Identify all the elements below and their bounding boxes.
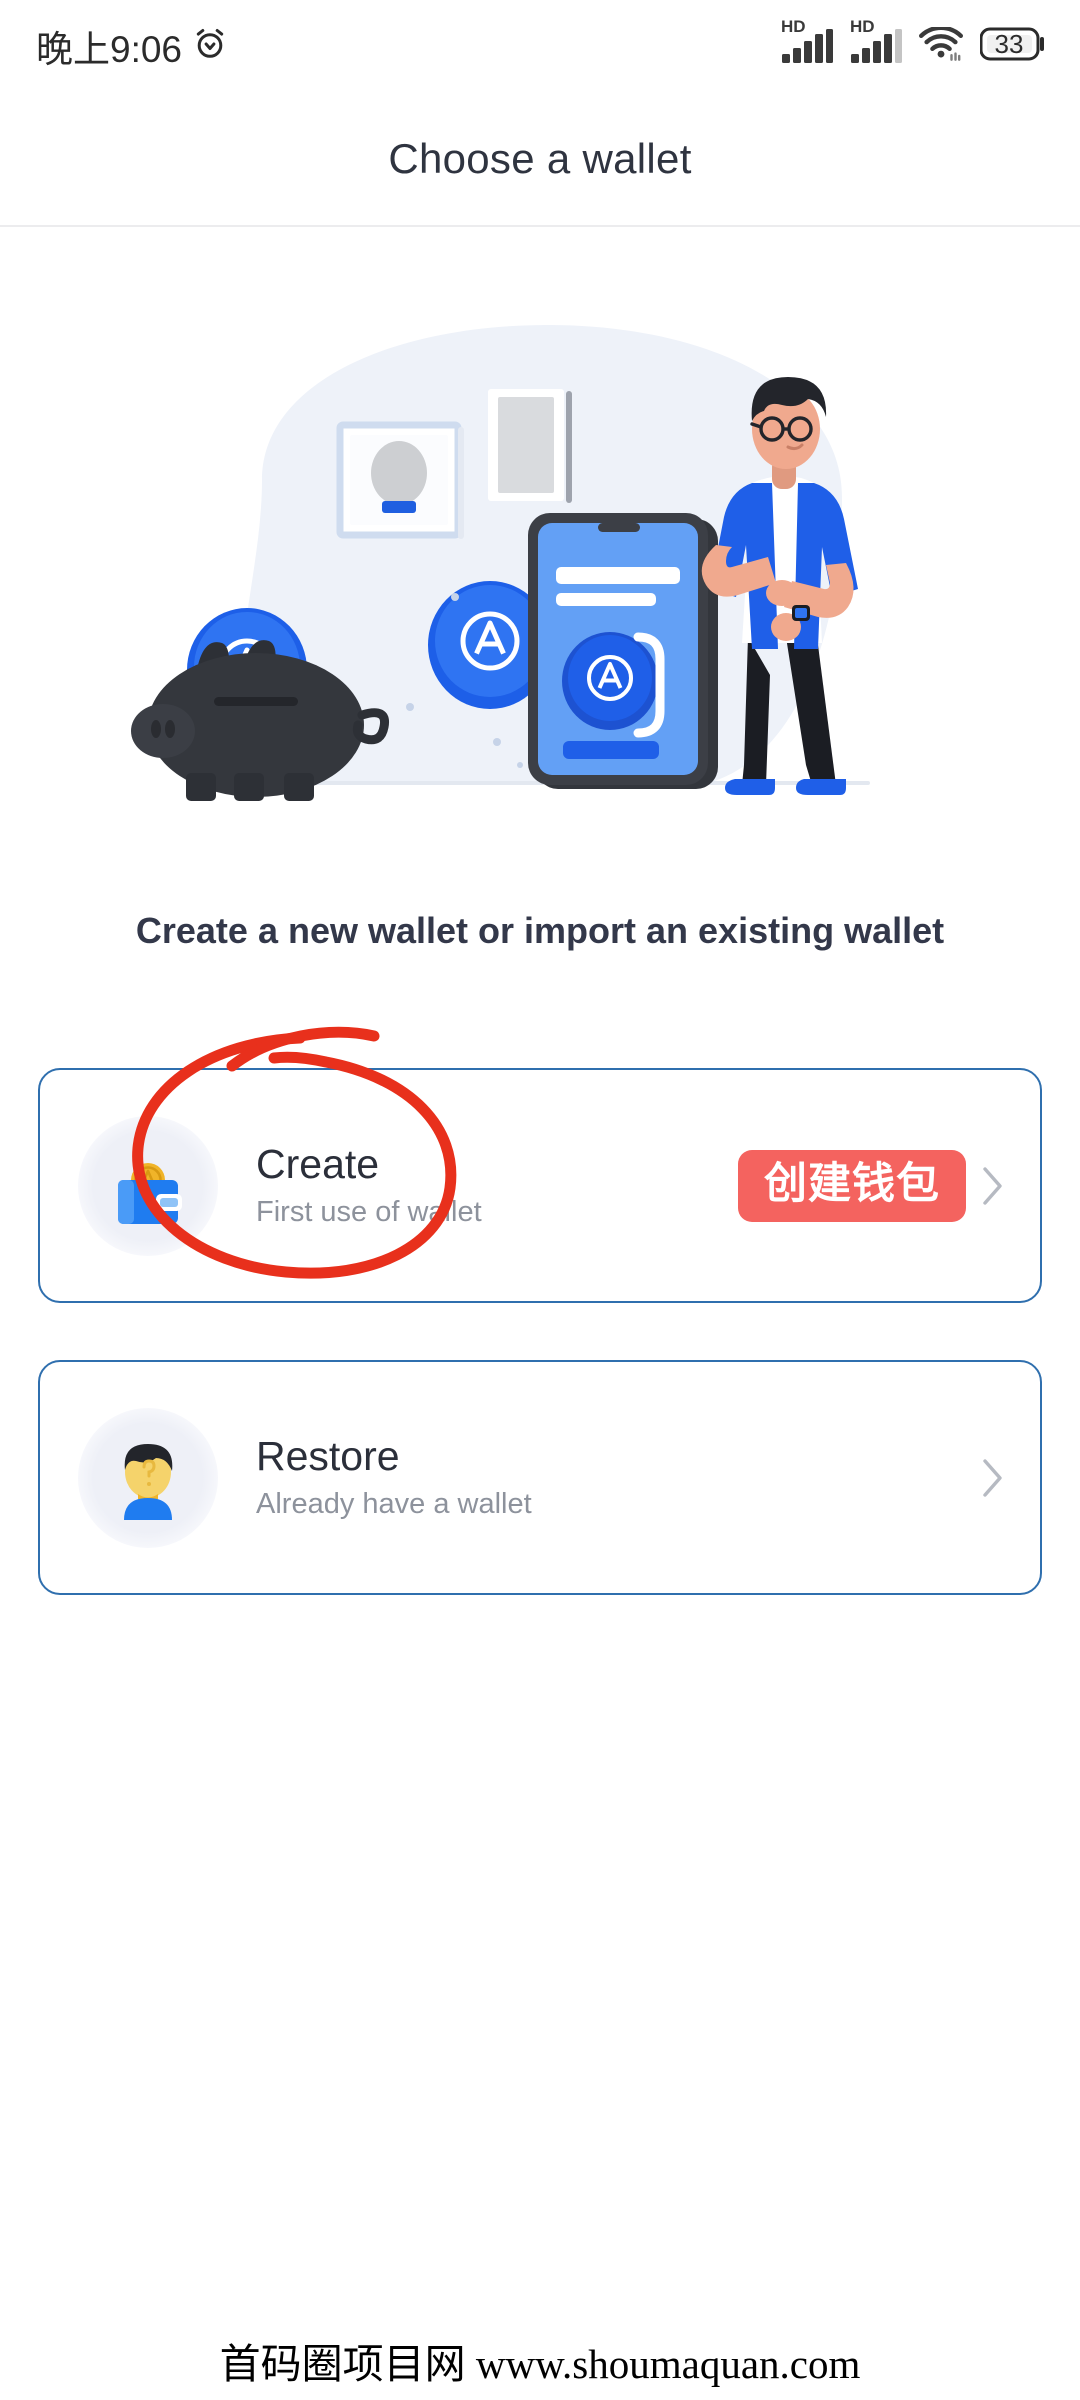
option-create-text: Create First use of wallet [256,1142,738,1229]
option-create-title: Create [256,1140,380,1187]
smartphone [528,513,718,789]
option-create-subtitle: First use of wallet [256,1196,482,1229]
page-subtitle: Create a new wallet or import an existin… [135,910,945,951]
wallet-with-coin-icon [78,1115,218,1256]
option-restore-subtitle: Already have a wallet [256,1488,532,1521]
wallet-savings-illustration [0,245,1080,865]
page-title: Choose a wallet [388,134,692,182]
battery-icon: 33 [979,26,1046,67]
signal-bars-sim1-icon: HD [781,17,833,63]
status-bar: 晚上9:06 HD HD 33 [0,0,1080,92]
phone-screen: 晚上9:06 HD HD 33 Choose a wallet Create a… [0,0,1080,2400]
hd-label-sim1: HD [781,17,806,36]
option-restore-text: Restore Already have a wallet [256,1434,976,1521]
header-divider [0,225,1080,227]
picture-right [488,389,572,503]
picture-left [336,421,464,539]
option-card-create[interactable]: Create First use of wallet 创建钱包 [38,1068,1042,1303]
status-bar-left: 晚上9:06 [36,19,228,73]
alarm-clock-icon [192,26,228,67]
status-bar-right: HD HD 33 [781,17,1046,67]
option-restore-title: Restore [256,1432,400,1479]
hd-label-sim2: HD [850,17,875,36]
site-watermark: 首码圈项目网 www.shoumaquan.com [219,2341,861,2387]
status-bar-clock: 晚上9:06 [36,29,183,70]
option-card-restore[interactable]: Restore Already have a wallet [38,1360,1042,1595]
person-avatar-icon [78,1407,218,1548]
create-wallet-badge[interactable]: 创建钱包 [738,1149,966,1222]
wifi-icon [919,25,963,66]
battery-level-text: 33 [994,28,1024,59]
page-header: Choose a wallet [0,92,1080,225]
chevron-right-icon[interactable] [976,1456,1010,1500]
chevron-right-icon[interactable] [976,1164,1010,1208]
signal-bars-sim2-icon: HD [850,17,902,63]
